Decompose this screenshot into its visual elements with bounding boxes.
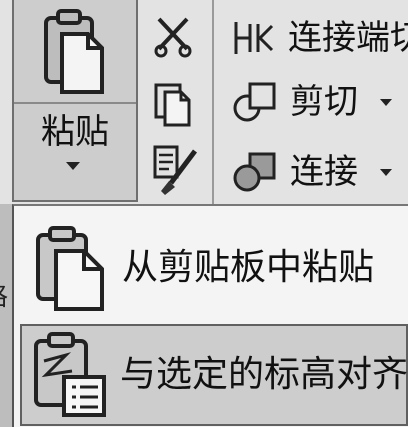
join-geometry-label: 连接 bbox=[290, 152, 358, 192]
connect-ends-command[interactable]: 连接端切 bbox=[232, 14, 408, 62]
cut-geometry-dropdown-icon[interactable] bbox=[380, 98, 392, 106]
paste-dropdown-menu: 从剪贴板中粘贴 与选定的标高对齐 bbox=[12, 204, 408, 427]
join-geometry-dropdown-icon[interactable] bbox=[380, 168, 392, 176]
paste-dropdown-arrow-icon[interactable] bbox=[66, 162, 80, 170]
menu-item-label: 从剪贴板中粘贴 bbox=[122, 247, 375, 288]
paste-split-button[interactable]: 粘贴 bbox=[12, 0, 138, 202]
left-panel-edge bbox=[0, 204, 12, 427]
cut-geometry-command[interactable]: 剪切 bbox=[232, 78, 392, 126]
paste-from-clipboard-icon bbox=[36, 226, 104, 311]
paste-icon bbox=[44, 9, 104, 94]
menu-item-align-to-selected-levels[interactable]: 与选定的标高对齐 bbox=[20, 324, 408, 426]
copy-icon[interactable] bbox=[150, 80, 196, 130]
left-panel-partial-text: 格 bbox=[0, 276, 8, 313]
cut-icon[interactable] bbox=[150, 12, 196, 62]
paste-button-top[interactable] bbox=[14, 0, 136, 104]
menu-item-label: 与选定的标高对齐 bbox=[120, 354, 408, 395]
cut-geometry-label: 剪切 bbox=[290, 82, 358, 122]
join-geometry-icon bbox=[233, 152, 276, 192]
align-to-selected-levels-icon bbox=[34, 332, 106, 417]
menu-item-paste-from-clipboard[interactable]: 从剪贴板中粘贴 bbox=[14, 216, 408, 320]
join-geometry-command[interactable]: 连接 bbox=[232, 148, 392, 196]
connect-ends-icon bbox=[234, 22, 274, 54]
cut-geometry-icon bbox=[233, 82, 276, 122]
connect-ends-label: 连接端切 bbox=[288, 18, 408, 58]
paste-label: 粘贴 bbox=[41, 112, 109, 152]
ribbon-clipboard-panel: 粘贴 连接端切 剪切 连接 bbox=[0, 0, 408, 204]
ribbon-separator bbox=[212, 0, 214, 204]
match-properties-brush-icon[interactable] bbox=[150, 142, 200, 198]
